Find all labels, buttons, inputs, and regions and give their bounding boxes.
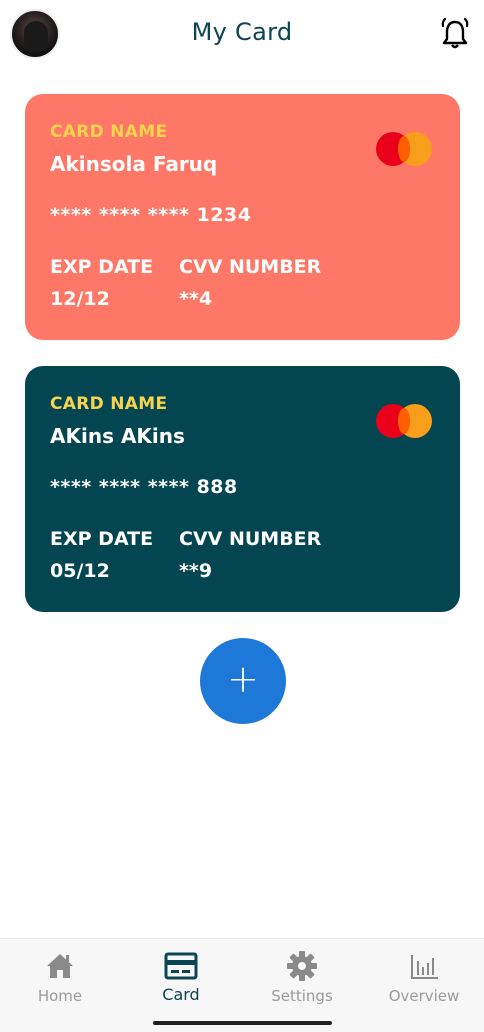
bottom-nav: Home Card Settings Overview: [0, 938, 484, 1032]
nav-item-settings[interactable]: Settings: [247, 949, 357, 1005]
nav-label: Overview: [388, 987, 460, 1005]
card-number: **** **** **** 1234: [50, 204, 252, 226]
plus-icon: +: [227, 657, 259, 701]
exp-date-label: EXP DATE: [50, 256, 154, 278]
page-title: My Card: [191, 18, 293, 46]
nav-item-overview[interactable]: Overview: [369, 949, 479, 1005]
cvv-value: **4: [179, 288, 213, 310]
add-card-button[interactable]: +: [200, 638, 286, 724]
credit-card[interactable]: CARD NAME Akinsola Faruq **** **** **** …: [25, 94, 460, 340]
cvv-value: **9: [179, 560, 213, 582]
card-number: **** **** **** 888: [50, 476, 238, 498]
card-holder-name: Akinsola Faruq: [50, 152, 218, 176]
nav-item-card[interactable]: Card: [126, 949, 236, 1004]
home-indicator: [153, 1021, 332, 1025]
card-name-label: CARD NAME: [50, 394, 168, 414]
app-header: My Card: [0, 0, 484, 72]
nav-label: Home: [37, 987, 83, 1005]
home-icon: [47, 954, 73, 978]
nav-label: Settings: [271, 987, 333, 1005]
bell-icon[interactable]: [437, 16, 473, 52]
nav-item-home[interactable]: Home: [5, 949, 115, 1005]
exp-date-value: 05/12: [50, 560, 110, 582]
card-holder-name: AKins AKins: [50, 424, 185, 448]
nav-label: Card: [162, 985, 200, 1004]
card-name-label: CARD NAME: [50, 122, 168, 142]
credit-card[interactable]: CARD NAME AKins AKins **** **** **** 888…: [25, 366, 460, 612]
cvv-label: CVV NUMBER: [179, 256, 322, 278]
mastercard-icon: [376, 132, 434, 166]
exp-date-label: EXP DATE: [50, 528, 154, 550]
exp-date-value: 12/12: [50, 288, 110, 310]
gear-icon: [287, 951, 317, 981]
card-icon: [164, 952, 198, 980]
bar-chart-icon: [411, 955, 438, 979]
mastercard-icon: [376, 404, 434, 438]
cvv-label: CVV NUMBER: [179, 528, 322, 550]
